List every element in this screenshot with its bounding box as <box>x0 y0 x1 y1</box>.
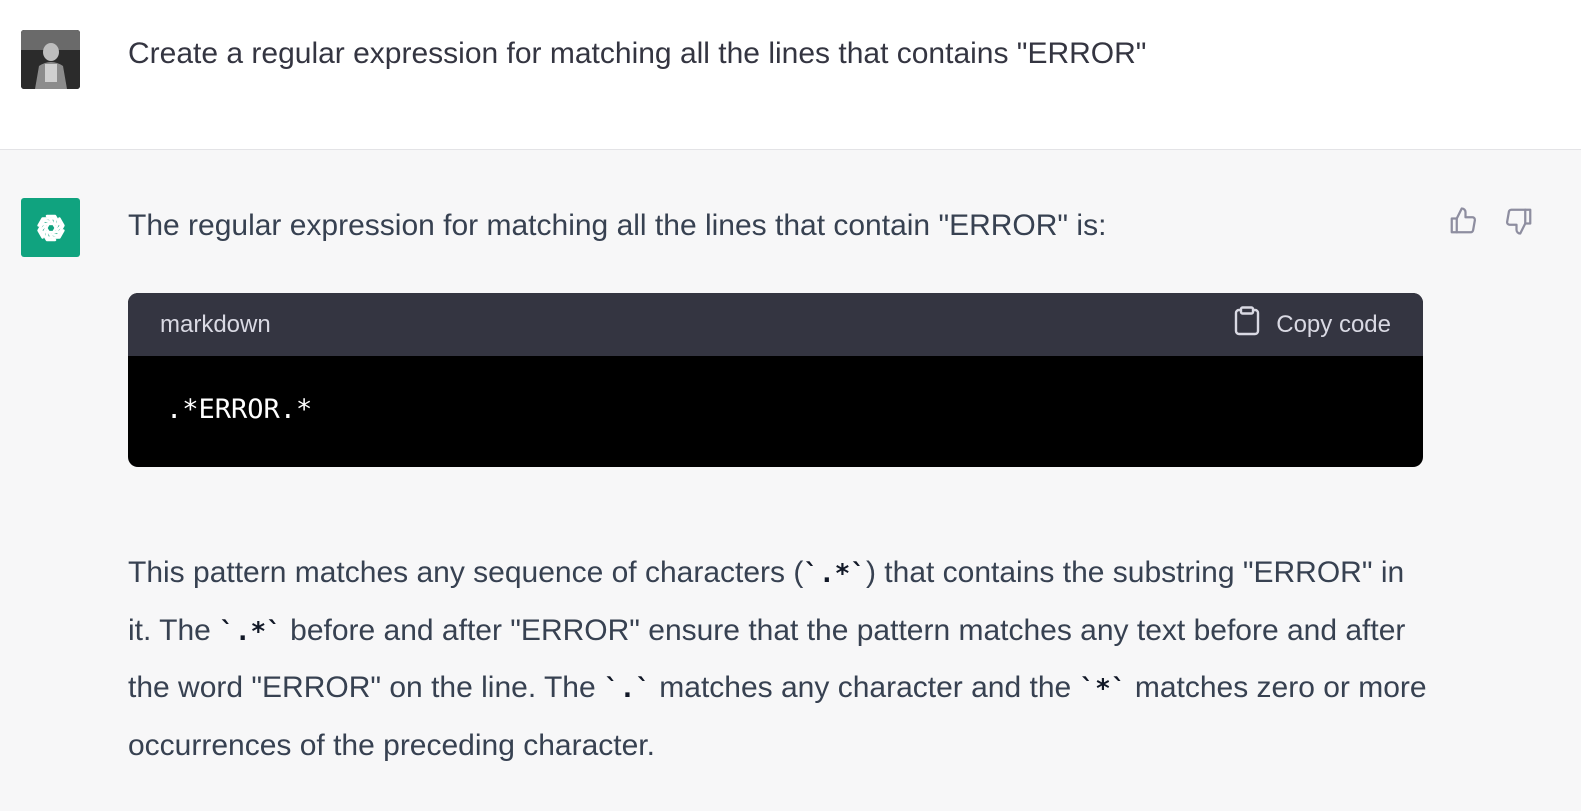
user-avatar <box>21 30 80 89</box>
inline-code: `.` <box>603 674 651 704</box>
code-content: .*ERROR.* <box>166 394 313 425</box>
user-message-text: Create a regular expression for matching… <box>128 37 1147 70</box>
assistant-message-row: The regular expression for matching all … <box>0 150 1581 811</box>
assistant-intro-text: The regular expression for matching all … <box>128 209 1107 242</box>
assistant-explanation-text: This pattern matches any sequence of cha… <box>128 545 1428 773</box>
code-language-label: markdown <box>160 310 271 338</box>
explanation-text-segment: This pattern matches any sequence of cha… <box>128 556 804 589</box>
clipboard-icon <box>1234 306 1260 343</box>
thumbs-down-icon[interactable] <box>1502 204 1536 238</box>
explanation-text-segment: matches any character and the <box>650 671 1080 704</box>
inline-code: `*` <box>1079 674 1127 704</box>
copy-code-label: Copy code <box>1276 310 1391 338</box>
code-block: markdown Copy code .*ERROR.* <box>128 293 1423 467</box>
user-message-row: Create a regular expression for matching… <box>0 0 1581 150</box>
inline-code: `.*` <box>219 616 282 647</box>
code-block-header: markdown Copy code <box>128 293 1423 356</box>
thumbs-up-icon[interactable] <box>1446 204 1480 238</box>
openai-logo-icon <box>21 198 80 257</box>
inline-code: `.*` <box>803 559 866 589</box>
copy-code-button[interactable]: Copy code <box>1234 306 1391 343</box>
